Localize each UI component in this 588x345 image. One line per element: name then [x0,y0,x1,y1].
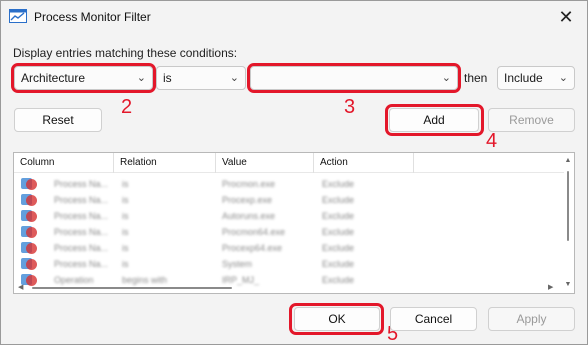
action-select-value: Include [504,71,543,85]
process-monitor-filter-dialog: Process Monitor Filter ✕ Display entries… [0,0,588,345]
title-bar: Process Monitor Filter ✕ [1,1,587,33]
scroll-thumb[interactable] [32,287,232,289]
window-title: Process Monitor Filter [34,10,151,24]
scroll-right-icon[interactable]: ▶ [548,284,556,292]
vertical-scrollbar[interactable]: ▲ ▼ [564,157,572,289]
cell-relation: is [122,211,129,221]
scroll-down-icon[interactable]: ▼ [564,281,572,289]
action-select[interactable]: Include ⌄ [497,66,575,90]
close-icon[interactable]: ✕ [551,4,581,30]
filter-rule-icon [21,210,37,222]
cell-column: Process Na... [54,179,109,189]
cancel-button[interactable]: Cancel [390,307,477,331]
apply-button[interactable]: Apply [488,307,575,331]
ok-button[interactable]: OK [294,307,380,331]
column-select[interactable]: Architecture ⌄ [14,66,153,90]
step-label-2: 2 [121,96,133,118]
cell-column: Process Na... [54,243,109,253]
table-row[interactable]: Process Na... is Procmon.exe Exclude [18,177,562,191]
filter-rule-icon [21,258,37,270]
column-header-value[interactable]: Value [216,153,314,173]
filter-rule-icon [21,194,37,206]
filter-list[interactable]: Column Relation Value Action Process Na.… [13,152,575,294]
scroll-left-icon[interactable]: ◀ [18,284,26,292]
step-label-3: 3 [344,96,356,118]
cell-action: Exclude [322,227,355,237]
chevron-down-icon: ⌄ [441,72,451,84]
conditions-label: Display entries matching these condition… [13,46,238,60]
then-label: then [464,71,488,85]
reset-button[interactable]: Reset [14,108,102,132]
cell-action: Exclude [322,211,355,221]
cell-value: Procexp64.exe [222,243,283,253]
column-header-relation[interactable]: Relation [114,153,216,173]
table-row[interactable]: Process Na... is Autoruns.exe Exclude [18,209,562,223]
scroll-up-icon[interactable]: ▲ [564,157,572,165]
cell-action: Exclude [322,179,355,189]
cell-relation: is [122,259,129,269]
table-row[interactable]: Process Na... is Procexp.exe Exclude [18,193,562,207]
list-header: Column Relation Value Action [14,153,564,173]
chevron-down-icon: ⌄ [558,72,568,84]
relation-select-value: is [163,71,172,85]
step-label-4: 4 [486,130,498,152]
cell-column: Process Na... [54,227,109,237]
table-row[interactable]: Process Na... is Procmon64.exe Exclude [18,225,562,239]
remove-button[interactable]: Remove [488,108,575,132]
cell-value: Procmon64.exe [222,227,286,237]
cell-relation: is [122,243,129,253]
chevron-down-icon: ⌄ [229,72,239,84]
cell-value: Procexp.exe [222,195,273,205]
table-row[interactable]: Process Na... is System Exclude [18,257,562,271]
cell-relation: is [122,227,129,237]
app-icon [9,9,27,23]
filter-rule-icon [21,178,37,190]
cell-action: Exclude [322,243,355,253]
add-button[interactable]: Add [389,108,479,132]
value-combobox[interactable]: ⌄ [250,66,458,90]
cell-value: Procmon.exe [222,179,276,189]
filter-rule-icon [21,242,37,254]
cell-value: Autoruns.exe [222,211,276,221]
column-header-column[interactable]: Column [14,153,114,173]
cell-relation: is [122,179,129,189]
cell-relation: is [122,195,129,205]
cell-value: System [222,259,253,269]
filter-rule-icon [21,226,37,238]
cell-action: Exclude [322,259,355,269]
cell-column: Process Na... [54,259,109,269]
relation-select[interactable]: is ⌄ [156,66,246,90]
column-header-action[interactable]: Action [314,153,414,173]
horizontal-scrollbar[interactable]: ◀ ▶ [18,284,556,292]
table-row[interactable]: Process Na... is Procexp64.exe Exclude [18,241,562,255]
cell-action: Exclude [322,195,355,205]
chevron-down-icon: ⌄ [136,72,146,84]
column-select-value: Architecture [21,71,86,85]
scroll-thumb[interactable] [567,171,569,241]
cell-column: Process Na... [54,195,109,205]
cell-column: Process Na... [54,211,109,221]
